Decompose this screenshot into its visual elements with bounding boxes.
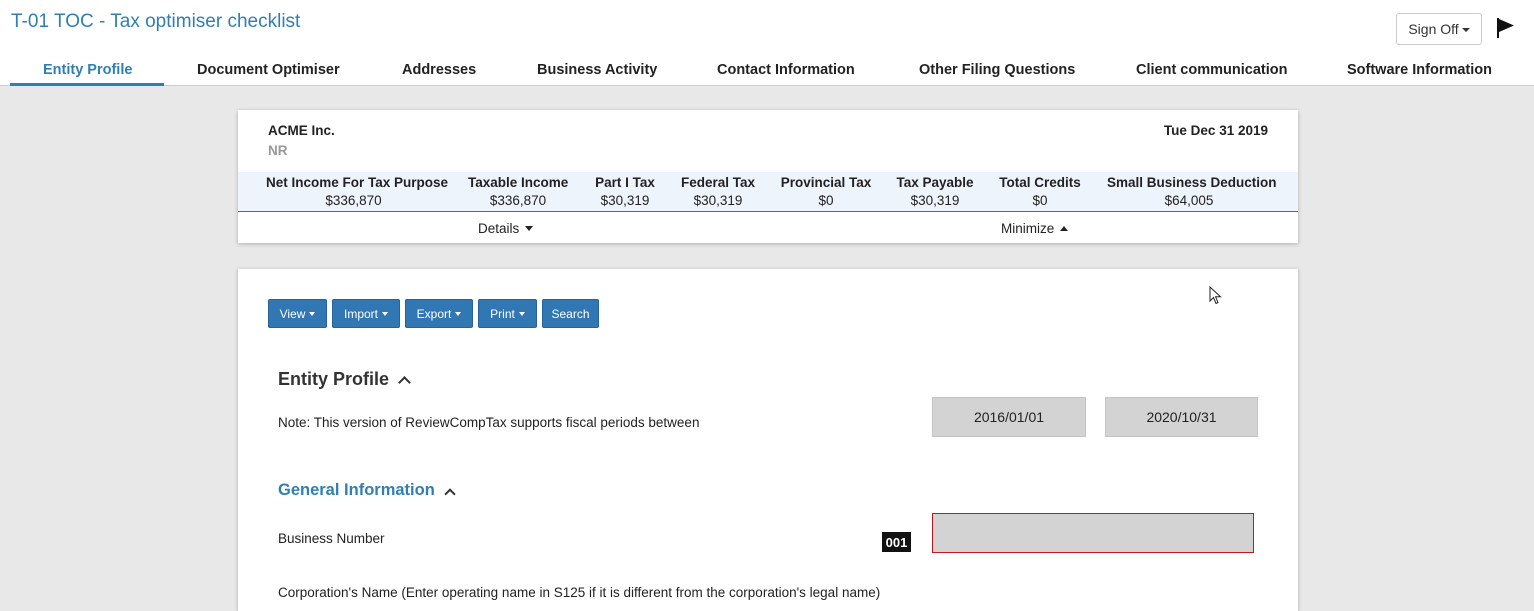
tab-contact-information[interactable]: Contact Information: [717, 62, 855, 78]
tab-document-optimiser[interactable]: Document Optimiser: [197, 62, 340, 78]
metric-part-i-tax: Part I Tax $30,319: [593, 175, 657, 208]
top-bar: T-01 TOC - Tax optimiser checklist Sign …: [0, 0, 1534, 86]
metric-label: Net Income For Tax Purpose: [266, 175, 449, 190]
flag-icon[interactable]: [1496, 17, 1516, 39]
metric-label: Part I Tax: [595, 175, 655, 190]
metric-value: $30,319: [693, 193, 743, 208]
print-label: Print: [490, 306, 515, 321]
details-toggle[interactable]: Details: [478, 221, 534, 236]
import-label: Import: [343, 306, 378, 321]
subsection-title: General Information: [278, 481, 435, 499]
caret-down-icon: [382, 312, 388, 316]
mouse-cursor-icon: [1209, 286, 1222, 305]
metric-value: $336,870: [489, 193, 547, 208]
metric-taxable-income: Taxable Income $336,870: [468, 175, 568, 208]
caret-down-icon: [1461, 28, 1470, 32]
caret-down-icon: [309, 312, 316, 316]
period-end-date: Tue Dec 31 2019: [1163, 123, 1268, 138]
caret-down-icon: [518, 312, 525, 316]
search-label: Search: [551, 306, 590, 321]
metric-label: Total Credits: [999, 175, 1081, 190]
tab-other-filing-questions[interactable]: Other Filing Questions: [919, 62, 1075, 78]
section-title: Entity Profile: [278, 369, 390, 389]
metric-small-business-deduction: Small Business Deduction $64,005: [1107, 175, 1277, 208]
caret-up-icon: [1060, 226, 1069, 231]
metric-label: Taxable Income: [468, 175, 569, 190]
tab-entity-profile[interactable]: Entity Profile: [43, 62, 132, 78]
export-label: Export: [416, 306, 452, 321]
metric-label: Provincial Tax: [780, 175, 872, 190]
fiscal-period-note: Note: This version of ReviewCompTax supp…: [278, 415, 700, 430]
period-start-field: 2016/01/01: [932, 397, 1086, 437]
metric-value: $0: [818, 193, 834, 208]
details-label: Details: [478, 221, 520, 236]
search-button[interactable]: Search: [542, 299, 599, 328]
tax-metrics-row: Net Income For Tax Purpose $336,870 Taxa…: [238, 172, 1298, 212]
period-end-field: 2020/10/31: [1105, 397, 1258, 437]
minimize-toggle[interactable]: Minimize: [1001, 221, 1069, 236]
general-information-header[interactable]: General Information: [278, 481, 456, 500]
export-button[interactable]: Export: [405, 299, 473, 328]
minimize-label: Minimize: [1001, 221, 1055, 236]
metric-federal-tax: Federal Tax $30,319: [680, 175, 756, 208]
print-button[interactable]: Print: [478, 299, 537, 328]
tab-software-information[interactable]: Software Information: [1347, 62, 1492, 78]
chevron-up-icon: [444, 487, 456, 500]
metric-value: $64,005: [1164, 193, 1214, 208]
entity-profile-section-header[interactable]: Entity Profile: [278, 369, 411, 390]
caret-down-icon: [455, 312, 462, 316]
line-code-badge: 001: [882, 532, 911, 552]
caret-down-icon: [525, 226, 534, 231]
view-label: View: [279, 306, 306, 321]
sign-off-button[interactable]: Sign Off: [1396, 13, 1482, 45]
sign-off-label: Sign Off: [1408, 21, 1459, 37]
metric-label: Federal Tax: [680, 175, 756, 190]
chevron-up-icon: [398, 376, 411, 389]
business-number-input[interactable]: [932, 513, 1254, 553]
page-title: T-01 TOC - Tax optimiser checklist: [11, 11, 301, 32]
view-button[interactable]: View: [268, 299, 327, 328]
metric-provincial-tax: Provincial Tax $0: [780, 175, 872, 208]
business-number-label: Business Number: [278, 531, 385, 546]
metric-label: Small Business Deduction: [1107, 175, 1277, 190]
metric-net-income: Net Income For Tax Purpose $336,870: [266, 175, 449, 208]
company-type: NR: [268, 143, 288, 158]
metric-total-credits: Total Credits $0: [999, 175, 1081, 208]
metric-value: $30,319: [910, 193, 960, 208]
tab-business-activity[interactable]: Business Activity: [537, 62, 657, 78]
corporation-name-label: Corporation's Name (Enter operating name…: [278, 585, 881, 600]
metric-value: $0: [1032, 193, 1048, 208]
company-name: ACME Inc.: [268, 123, 335, 138]
metric-value: $30,319: [600, 193, 650, 208]
entity-profile-card: View Import Export Print Search Entity P…: [238, 269, 1298, 611]
tab-client-communication[interactable]: Client communication: [1136, 62, 1287, 78]
metric-value: $336,870: [325, 193, 382, 208]
import-button[interactable]: Import: [332, 299, 400, 328]
metric-label: Tax Payable: [896, 175, 974, 190]
active-tab-indicator: [10, 83, 164, 86]
summary-card: ACME Inc. NR Tue Dec 31 2019 Net Income …: [238, 110, 1298, 243]
metric-tax-payable: Tax Payable $30,319: [895, 175, 975, 208]
tab-addresses[interactable]: Addresses: [402, 62, 476, 78]
